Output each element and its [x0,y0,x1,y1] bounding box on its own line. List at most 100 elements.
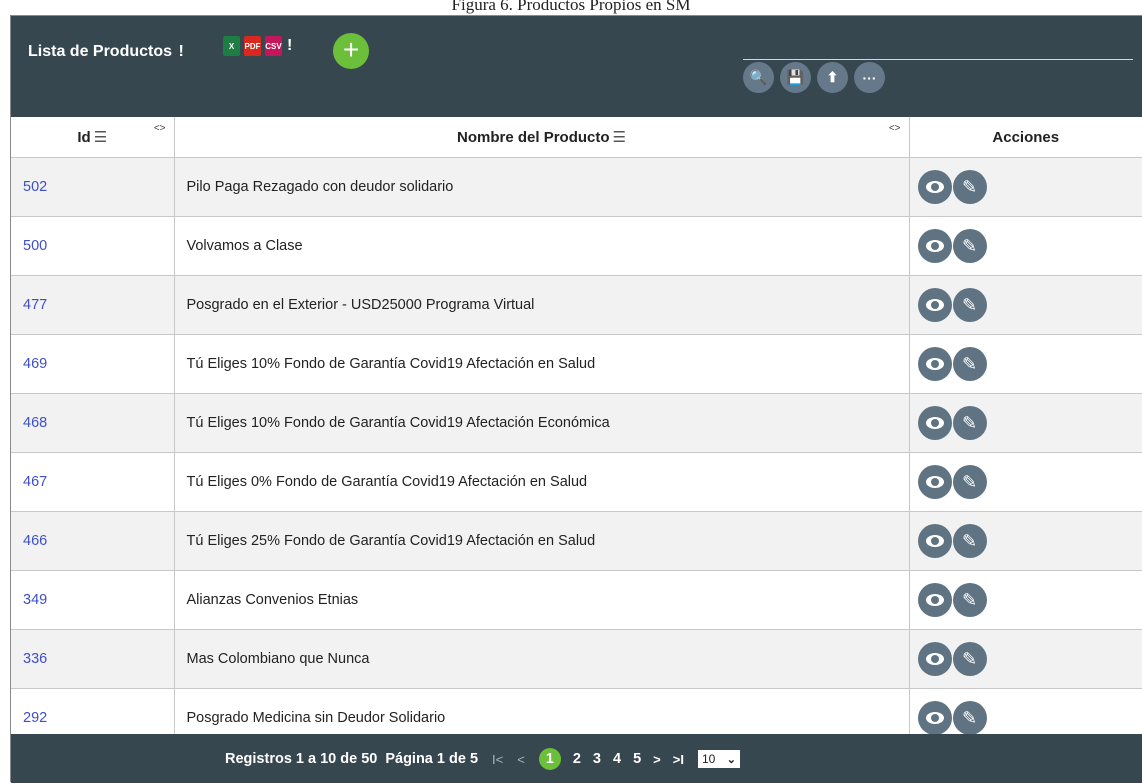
sort-icon[interactable]: ☰ [613,129,626,146]
view-button[interactable] [917,288,952,322]
eye-pupil [930,714,939,722]
view-button[interactable] [917,406,952,440]
column-header-actions: Acciones [909,117,1142,158]
edit-button[interactable]: ✎ [952,524,987,558]
row-id-link[interactable]: 502 [11,157,175,217]
export-icons: X PDF CSV ! [223,34,295,58]
eye-pupil [930,537,939,545]
edit-button[interactable]: ✎ [952,288,987,322]
row-id-link[interactable]: 336 [11,629,175,689]
page-info: Página 1 de 5 [385,751,479,767]
view-button[interactable] [917,347,952,381]
add-product-button[interactable]: + [333,33,369,69]
records-info: Registros 1 a 10 de 50 [225,751,378,767]
row-id-link[interactable]: 477 [11,275,175,335]
panel-title-text: Lista de Productos [28,43,173,60]
eye-pupil [930,478,939,486]
products-table: Id ☰ <> Nombre del Producto ☰ <> Acciones … [11,117,1142,748]
table-row: 468 Tú Eliges 10% Fondo de Garantía Covi… [11,393,1142,453]
eye-pupil [930,183,939,191]
edit-button[interactable]: ✎ [952,642,987,676]
more-options-button[interactable]: ··· [854,62,885,93]
view-button[interactable] [917,229,952,263]
row-product-name: Pilo Paga Rezagado con deudor solidario [174,157,910,217]
pencil-icon: ✎ [961,472,978,492]
view-button[interactable] [917,465,952,499]
sort-icon[interactable]: ☰ [94,129,107,146]
eye-pupil [930,419,939,427]
excel-export-icon[interactable]: X [223,36,240,56]
upload-button[interactable]: ⬆ [817,62,848,93]
edit-button[interactable]: ✎ [952,347,987,381]
panel-title: Lista de Productos ! [28,43,186,61]
row-actions: ✎ [909,511,1142,571]
view-button[interactable] [917,170,952,204]
column-header-id[interactable]: Id ☰ <> [11,117,175,158]
save-button[interactable]: 💾 [780,62,811,93]
row-id-link[interactable]: 468 [11,393,175,453]
row-id-link[interactable]: 466 [11,511,175,571]
table-row: 349 Alianzas Convenios Etnias ✎ [11,570,1142,630]
edit-button[interactable]: ✎ [952,701,987,735]
row-actions: ✎ [909,216,1142,276]
page-size-value: 10 [701,752,716,766]
column-header-name[interactable]: Nombre del Producto ☰ <> [174,117,910,158]
page-2-button[interactable]: 2 [573,751,581,767]
toolbar: 🔍 💾 ⬆ ··· [743,62,885,93]
figure-caption: Figura 6. Productos Propios en SM [451,0,691,14]
eye-pupil [930,360,939,368]
search-button[interactable]: 🔍 [743,62,774,93]
next-page-button[interactable]: > [653,752,661,767]
eye-pupil [930,596,939,604]
eye-pupil [930,655,939,663]
edit-button[interactable]: ✎ [952,583,987,617]
view-button[interactable] [917,642,952,676]
row-product-name: Tú Eliges 10% Fondo de Garantía Covid19 … [174,393,910,453]
resize-icon[interactable]: <> [154,123,166,134]
row-id-link[interactable]: 349 [11,570,175,630]
row-actions: ✎ [909,334,1142,394]
pager: Registros 1 a 10 de 50 Página 1 de 5 I< … [225,748,740,770]
csv-export-icon[interactable]: CSV [265,36,282,56]
row-id-link[interactable]: 469 [11,334,175,394]
edit-button[interactable]: ✎ [952,229,987,263]
row-actions: ✎ [909,452,1142,512]
edit-button[interactable]: ✎ [952,170,987,204]
row-actions: ✎ [909,157,1142,217]
pencil-icon: ✎ [961,590,978,610]
export-separator: ! [287,37,293,54]
pdf-export-icon[interactable]: PDF [244,36,261,56]
page-1-button[interactable]: 1 [538,748,561,770]
edit-button[interactable]: ✎ [952,406,987,440]
pencil-icon: ✎ [961,295,978,315]
row-id-link[interactable]: 467 [11,452,175,512]
prev-page-button[interactable]: < [517,752,525,767]
table-row: 467 Tú Eliges 0% Fondo de Garantía Covid… [11,452,1142,512]
eye-pupil [930,301,939,309]
pencil-icon: ✎ [961,354,978,374]
row-product-name: Posgrado en el Exterior - USD25000 Progr… [174,275,910,335]
resize-icon[interactable]: <> [889,123,901,134]
view-button[interactable] [917,583,952,617]
page-5-button[interactable]: 5 [633,751,641,767]
title-separator: ! [178,43,184,60]
last-page-button[interactable]: >I [673,752,684,767]
first-page-button[interactable]: I< [492,752,503,767]
table-row: 500 Volvamos a Clase ✎ [11,216,1142,276]
row-actions: ✎ [909,570,1142,630]
page-4-button[interactable]: 4 [613,751,621,767]
view-button[interactable] [917,701,952,735]
column-header-label: Nombre del Producto [457,129,610,146]
row-id-link[interactable]: 500 [11,216,175,276]
table-row: 336 Mas Colombiano que Nunca ✎ [11,629,1142,689]
edit-button[interactable]: ✎ [952,465,987,499]
page-size-select[interactable]: 10 ⌄ [697,750,740,768]
view-button[interactable] [917,524,952,558]
row-actions: ✎ [909,393,1142,453]
pencil-icon: ✎ [961,177,978,197]
row-product-name: Alianzas Convenios Etnias [174,570,910,630]
row-product-name: Tú Eliges 10% Fondo de Garantía Covid19 … [174,334,910,394]
row-actions: ✎ [909,275,1142,335]
column-header-label: Id [77,129,91,146]
page-3-button[interactable]: 3 [593,751,601,767]
